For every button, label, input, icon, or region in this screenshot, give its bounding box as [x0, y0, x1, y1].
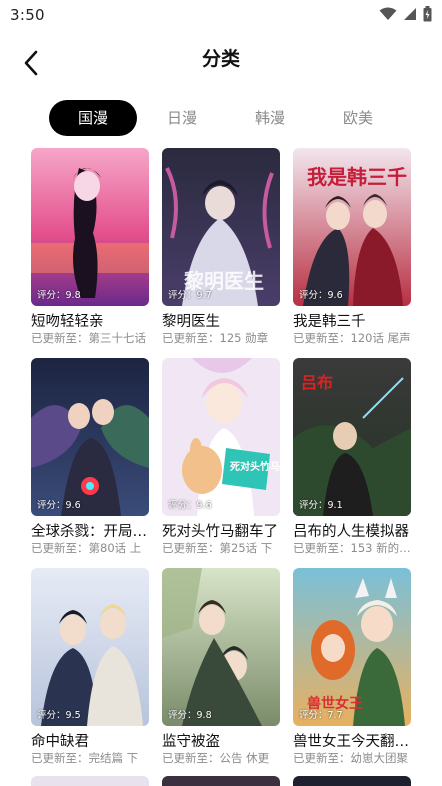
comic-cover[interactable]: 评分：9.5	[31, 568, 149, 726]
comic-title[interactable]: 吕布的人生模拟器	[293, 520, 413, 541]
tab-oumei[interactable]: 欧美	[333, 100, 383, 136]
comic-update: 已更新至：第三十七话	[31, 331, 146, 345]
comic-cover[interactable]: 吕布 评分：9.1	[293, 358, 411, 516]
comic-title[interactable]: 命中缺君	[31, 730, 151, 751]
battery-charging-icon	[423, 6, 432, 22]
score-label: 评分：9.1	[299, 500, 343, 511]
score-label: 评分：9.6	[37, 500, 81, 511]
comic-update: 已更新至：第80话 上	[31, 541, 142, 555]
score-label: 评分：9.8	[168, 710, 212, 721]
comic-update: 已更新至：幼崽大团聚	[293, 751, 408, 765]
comic-title[interactable]: 兽世女王今天翻牌了吗	[293, 730, 413, 751]
svg-text:我是韩三千: 我是韩三千	[307, 165, 407, 189]
comic-update: 已更新至：153 新的征程	[293, 541, 411, 555]
comic-title[interactable]: 我是韩三千	[293, 310, 413, 331]
comic-card[interactable]: 评分：9.8 短吻轻轻亲 已更新至：第三十七话	[31, 148, 149, 358]
svg-text:死对头竹马: 死对头竹马	[230, 460, 280, 473]
score-label: 评分：9.6	[168, 500, 212, 511]
comic-card[interactable]: 评分：9.8 监守被盗 已更新至：公告 休更	[162, 568, 280, 778]
header: 分类	[0, 34, 442, 84]
tab-riman[interactable]: 日漫	[157, 100, 207, 136]
score-label: 评分：9.6	[299, 290, 343, 301]
comic-cover[interactable]: 兽世女王 评分：7.7	[293, 568, 411, 726]
comic-card[interactable]: 我是韩三千 评分：9.6 我是韩三千 已更新至：120话 尾声	[293, 148, 411, 358]
comic-cover[interactable]: 评分：9.6	[31, 358, 149, 516]
comic-title[interactable]: 监守被盗	[162, 730, 282, 751]
tab-guoman[interactable]: 国漫	[49, 100, 137, 136]
status-bar: 3:50	[0, 0, 442, 32]
comic-update: 已更新至：完结篇 下	[31, 751, 139, 765]
status-time: 3:50	[10, 6, 45, 24]
comic-cover[interactable]	[162, 776, 280, 786]
comic-card[interactable]: 兽世女王 评分：7.7 兽世女王今天翻牌了吗 已更新至：幼崽大团聚	[293, 568, 413, 778]
comic-card[interactable]: 评分：9.6 全球杀戮：开局觉醒 已更新至：第80话 上	[31, 358, 151, 568]
comic-card[interactable]: 评分：9.5 命中缺君 已更新至：完结篇 下	[31, 568, 149, 778]
comic-cover[interactable]: 我是韩三千 评分：9.6	[293, 148, 411, 306]
comic-card[interactable]: 死对头竹马 评分：9.6 死对头竹马翻车了 已更新至：第25话 下	[162, 358, 280, 568]
tab-hanman[interactable]: 韩漫	[245, 100, 295, 136]
score-label: 评分：9.7	[168, 290, 212, 301]
comic-card[interactable]: 吕布 评分：9.1 吕布的人生模拟器 已更新至：153 新的征程	[293, 358, 411, 568]
comic-cover[interactable]	[293, 776, 411, 786]
comic-cover[interactable]: 死对头竹马 评分：9.6	[162, 358, 280, 516]
comic-title[interactable]: 死对头竹马翻车了	[162, 520, 282, 541]
comic-cover[interactable]: 评分：9.8	[31, 148, 149, 306]
comic-update: 已更新至：公告 休更	[162, 751, 270, 765]
status-icons	[379, 6, 432, 22]
comic-update: 已更新至：第25话 下	[162, 541, 273, 555]
signal-icon	[403, 7, 417, 21]
score-label: 评分：9.5	[37, 710, 81, 721]
wifi-icon	[379, 7, 397, 21]
comic-update: 已更新至：120话 尾声	[293, 331, 411, 345]
score-label: 评分：7.7	[299, 710, 343, 721]
score-label: 评分：9.8	[37, 290, 81, 301]
comic-title[interactable]: 全球杀戮：开局觉醒	[31, 520, 151, 541]
category-tabs: 国漫 日漫 韩漫 欧美	[49, 100, 409, 136]
comic-cover[interactable]: 评分：9.8	[162, 568, 280, 726]
comic-update: 已更新至：125 勋章	[162, 331, 269, 345]
svg-text:吕布: 吕布	[301, 373, 333, 392]
page-title: 分类	[201, 48, 240, 70]
comic-title[interactable]: 黎明医生	[162, 310, 282, 331]
comic-cover[interactable]: 黎明医生 评分：9.7	[162, 148, 280, 306]
comic-card[interactable]: 黎明医生 评分：9.7 黎明医生 已更新至：125 勋章	[162, 148, 280, 358]
comic-cover[interactable]	[31, 776, 149, 786]
comic-title[interactable]: 短吻轻轻亲	[31, 310, 151, 331]
